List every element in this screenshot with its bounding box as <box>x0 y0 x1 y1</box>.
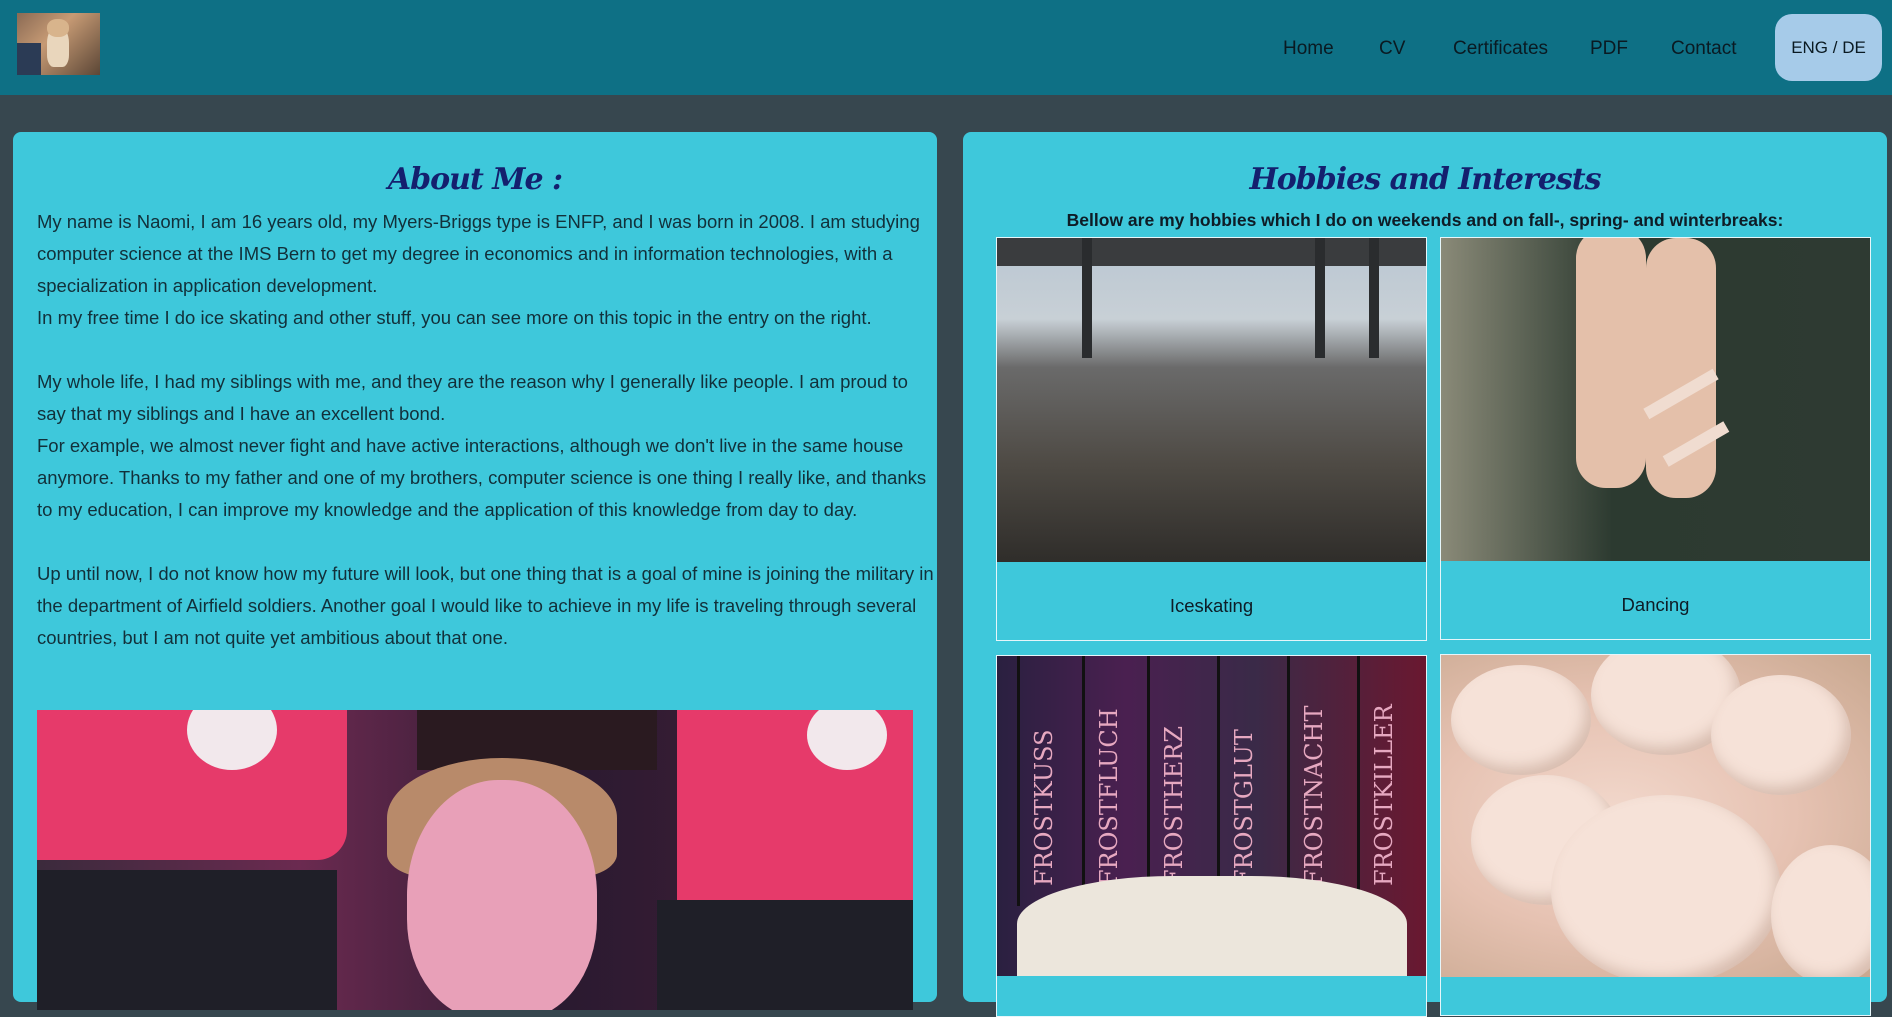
nav-certificates[interactable]: Certificates <box>1453 38 1548 60</box>
about-paragraph: For example, we almost never fight and h… <box>37 435 927 520</box>
site-header: Home CV Certificates PDF Contact ENG / D… <box>0 0 1892 95</box>
hobby-caption: Dancing <box>1621 594 1690 615</box>
reading-books-image: FROSTKUSS FROSTFLUCH FROSTHERZ FROSTGLUT… <box>997 656 1426 976</box>
about-paragraph: My name is Naomi, I am 16 years old, my … <box>37 211 920 296</box>
hobby-card-baking[interactable] <box>1440 654 1871 1016</box>
about-me-panel: About Me : My name is Naomi, I am 16 yea… <box>13 132 937 1010</box>
nav-contact[interactable]: Contact <box>1671 38 1736 60</box>
hobby-card-reading[interactable]: FROSTKUSS FROSTFLUCH FROSTHERZ FROSTGLUT… <box>996 655 1427 1017</box>
nav-pdf[interactable]: PDF <box>1590 38 1628 60</box>
book-title: FROSTKILLER <box>1370 704 1398 886</box>
about-me-title: About Me : <box>387 162 563 197</box>
language-toggle-button[interactable]: ENG / DE <box>1775 14 1882 81</box>
nav-cv[interactable]: CV <box>1379 38 1405 60</box>
iceskating-image <box>997 238 1426 562</box>
about-paragraph: Up until now, I do not know how my futur… <box>37 563 934 648</box>
book-title: FROSTFLUCH <box>1095 708 1123 886</box>
book-title: FROSTNACHT <box>1300 705 1328 886</box>
about-paragraph: My whole life, I had my siblings with me… <box>37 371 908 424</box>
book-title: FROSTHERZ <box>1160 725 1188 886</box>
hobby-card-dancing[interactable]: Dancing <box>1440 237 1871 640</box>
book-title: FROSTKUSS <box>1030 729 1058 886</box>
about-paragraph: In my free time I do ice skating and oth… <box>37 307 872 328</box>
about-me-text: My name is Naomi, I am 16 years old, my … <box>37 206 937 654</box>
hobby-card-iceskating[interactable]: Iceskating <box>996 237 1427 641</box>
hobbies-title: Hobbies and Interests <box>1249 162 1601 197</box>
book-title: FROSTGLUT <box>1230 729 1258 886</box>
hobbies-panel: Hobbies and Interests Bellow are my hobb… <box>963 132 1887 1017</box>
logo-cat-image[interactable] <box>17 13 100 75</box>
nav-home[interactable]: Home <box>1283 38 1334 60</box>
group-photo <box>37 710 913 1010</box>
baking-cookies-image <box>1441 655 1870 977</box>
hobbies-subtitle: Bellow are my hobbies which I do on week… <box>1066 210 1784 230</box>
hobby-caption: Iceskating <box>1169 595 1254 616</box>
dancing-image <box>1441 238 1870 561</box>
